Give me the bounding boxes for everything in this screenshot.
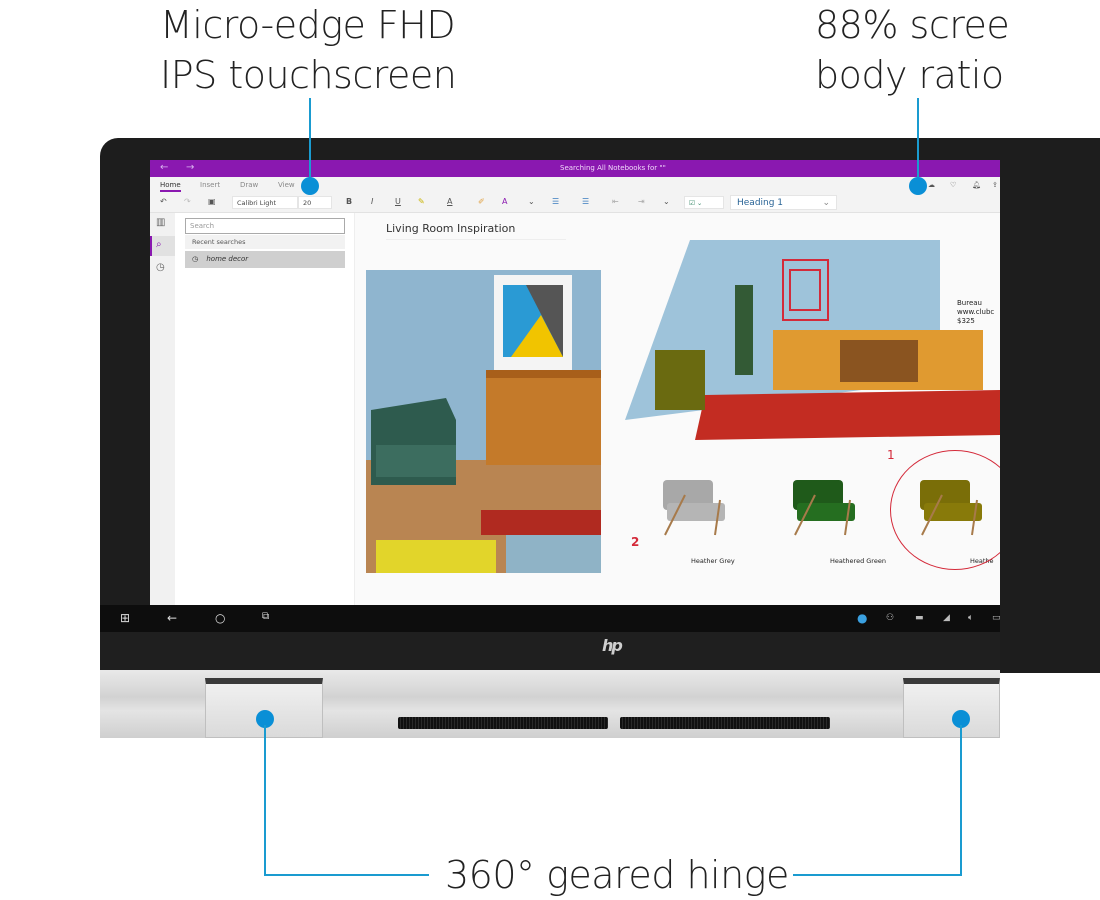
- font-size-select[interactable]: 20: [298, 196, 332, 209]
- search-input[interactable]: Search: [185, 218, 345, 234]
- leader-line-left-hinge: [264, 725, 266, 875]
- outdent-icon[interactable]: ⇤: [612, 197, 619, 206]
- right-hinge: [903, 678, 1000, 738]
- tab-draw[interactable]: Draw: [240, 181, 258, 189]
- callout-micro-edge-display: Micro-edge FHD IPS touchscreen: [160, 0, 457, 100]
- bold-button[interactable]: B: [346, 197, 352, 206]
- numbering-icon[interactable]: ☰: [582, 197, 589, 206]
- bell-icon[interactable]: 🔔︎: [972, 181, 981, 189]
- leader-line-right-hinge: [960, 725, 962, 875]
- style-select-value: Heading 1: [737, 198, 784, 208]
- swatch-label: Heather Grey: [691, 557, 735, 565]
- search-icon[interactable]: ⌕: [156, 239, 162, 250]
- volume-mute-icon[interactable]: 🔈︎: [968, 613, 973, 623]
- ribbon-toolbar: ↶ ↷ ▣ Calibri Light 20 B I U ✎ A ✐ A ⌄ ☰…: [150, 193, 1000, 213]
- clock-icon: ◷: [192, 255, 199, 263]
- bullets-icon[interactable]: ☰: [552, 197, 559, 206]
- annotation-circle: [890, 450, 1000, 570]
- recent-icon[interactable]: ◷: [156, 262, 165, 273]
- moodboard-image: Bureau www.clubc $325: [625, 240, 1000, 450]
- notification-icon[interactable]: ▭: [992, 613, 1001, 623]
- italic-button[interactable]: I: [371, 197, 373, 206]
- hp-logo: hp: [602, 636, 623, 655]
- chair-swatch-grey: Heather Grey: [655, 475, 735, 565]
- search-panel: Search Recent searches ◷ home decor: [175, 213, 355, 605]
- windows-taskbar: ⊞ ← ○ ⧉ ● ⚇ ▬ ◢ 🔈︎ ▭: [100, 605, 1001, 632]
- font-color-icon[interactable]: A: [447, 197, 452, 206]
- redo-icon[interactable]: ↷: [184, 197, 191, 206]
- ribbon-tabs: Home Insert Draw View ☁ ♡ 🔔︎ ⇪: [150, 177, 1000, 193]
- leader-line-left-horizontal: [264, 874, 429, 876]
- search-nav-selected: [150, 236, 175, 256]
- living-room-photo: [366, 270, 601, 573]
- back-icon[interactable]: ←: [167, 611, 177, 625]
- title-bar: ← → Searching All Notebooks for "": [150, 160, 1000, 177]
- callout-screen-ratio: 88% scree body ratio: [815, 0, 1010, 100]
- recent-search-text: home decor: [206, 255, 249, 263]
- task-view-icon[interactable]: ⧉: [262, 611, 269, 622]
- people-icon[interactable]: ⚇: [886, 613, 894, 623]
- chevron-down-icon: ⌄: [822, 198, 830, 208]
- format-painter-icon[interactable]: ✐: [478, 197, 485, 206]
- todo-tag-icon[interactable]: ☑ ⌄: [684, 196, 724, 209]
- clipboard-icon[interactable]: ▣: [208, 197, 216, 206]
- windows-start-icon[interactable]: ⊞: [120, 611, 130, 625]
- callout-line-1: Micro-edge FHD: [160, 3, 456, 47]
- tab-home[interactable]: Home: [160, 181, 181, 192]
- recent-search-item[interactable]: ◷ home decor: [185, 251, 345, 268]
- cortana-icon[interactable]: ○: [215, 611, 225, 625]
- annotation-mark-2: 2: [631, 535, 640, 549]
- vent-right: [620, 717, 830, 729]
- underline-button[interactable]: U: [395, 197, 401, 206]
- share-icon[interactable]: ⇪: [992, 181, 998, 189]
- lightbulb-icon[interactable]: ♡: [950, 181, 956, 189]
- chevron-down-icon[interactable]: ⌄: [528, 197, 535, 206]
- annotation-mark-1: 1: [887, 448, 895, 462]
- sync-icon[interactable]: ☁: [928, 181, 935, 189]
- onenote-window: ← → Searching All Notebooks for "" Home …: [150, 160, 1000, 605]
- leader-line-ratio: [917, 98, 919, 184]
- bureau-caption-url: www.clubc: [957, 308, 994, 316]
- tab-insert[interactable]: Insert: [200, 181, 220, 189]
- laptop-chin: [100, 632, 1000, 670]
- page-title: Living Room Inspiration: [386, 222, 566, 240]
- bureau-caption-price: $325: [957, 317, 975, 325]
- window-title: Searching All Notebooks for "": [560, 164, 666, 172]
- callout-dot-ratio: [909, 177, 927, 195]
- bureau-caption-name: Bureau: [957, 299, 982, 307]
- battery-icon[interactable]: ▬: [915, 613, 924, 623]
- clear-format-icon[interactable]: A: [502, 197, 507, 206]
- tab-view[interactable]: View: [278, 181, 295, 189]
- back-button[interactable]: ←: [160, 162, 168, 173]
- forward-button[interactable]: →: [186, 162, 194, 173]
- leader-line-display: [309, 98, 311, 184]
- notebooks-icon[interactable]: ▥: [156, 217, 165, 228]
- leader-line-right-horizontal: [793, 874, 962, 876]
- style-select[interactable]: Heading 1 ⌄: [730, 195, 837, 210]
- highlighter-icon[interactable]: ✎: [418, 197, 425, 206]
- swatch-label: Heathered Green: [830, 557, 886, 565]
- edge-icon[interactable]: ●: [857, 611, 867, 625]
- wifi-icon[interactable]: ◢: [943, 613, 950, 623]
- indent-icon[interactable]: ⇥: [638, 197, 645, 206]
- callout-dot-display: [301, 177, 319, 195]
- vent-left: [398, 717, 608, 729]
- callout-line-2: IPS touchscreen: [160, 53, 457, 97]
- undo-icon[interactable]: ↶: [160, 197, 167, 206]
- navigation-rail: ▥ ⌕ ◷: [150, 213, 175, 605]
- callout-line-1: 88% scree: [815, 3, 1010, 47]
- recent-searches-label: Recent searches: [185, 235, 345, 249]
- callout-line-2: body ratio: [815, 53, 1004, 97]
- callout-hinge: 360° geared hinge: [445, 853, 789, 897]
- chair-swatch-green: Heathered Green: [785, 475, 886, 565]
- font-name-select[interactable]: Calibri Light: [232, 196, 298, 209]
- chevron-down-icon[interactable]: ⌄: [663, 197, 670, 206]
